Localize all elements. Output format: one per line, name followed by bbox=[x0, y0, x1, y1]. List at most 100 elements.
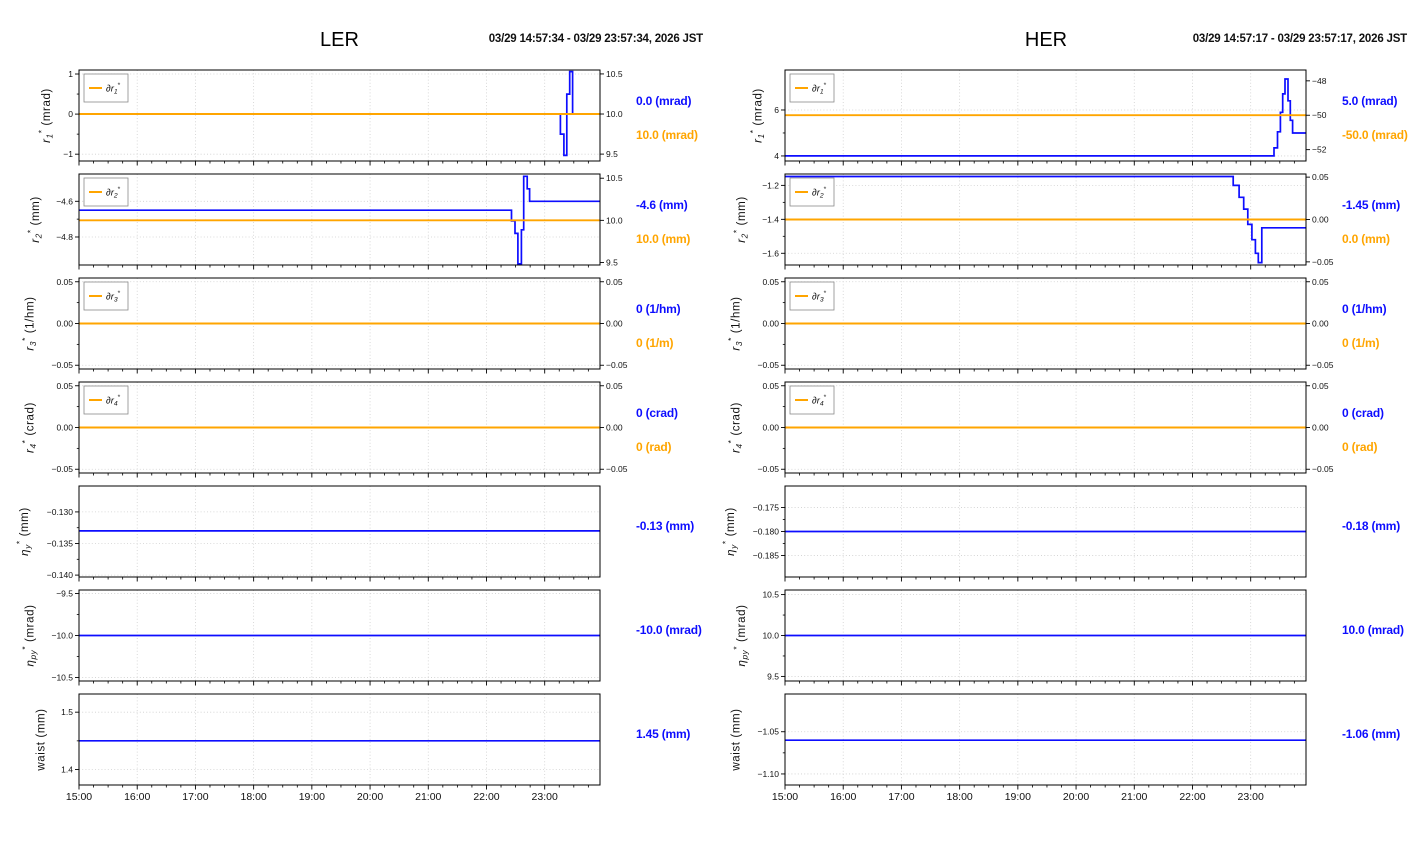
y-tick-label: 1.4 bbox=[61, 765, 73, 775]
y-axis-label: waist (mm) bbox=[731, 708, 743, 771]
y-tick-label: −0.05 bbox=[51, 360, 73, 370]
legend: ∂r3* bbox=[83, 281, 129, 311]
y-tick-label: 0.00 bbox=[56, 423, 73, 433]
plot-border bbox=[78, 693, 601, 786]
x-tick-label: 17:00 bbox=[182, 791, 208, 803]
y2-tick-label: 10.5 bbox=[606, 173, 623, 183]
x-tick-label: 23:00 bbox=[532, 791, 558, 803]
x-tick-label: 18:00 bbox=[946, 791, 972, 803]
y2-tick-label: −0.05 bbox=[1312, 360, 1334, 370]
y-axis-label: ηy* (mm) bbox=[15, 507, 33, 556]
her-subplot-r4: 0.05 0.00 −0.05 0.05 0.00 −0.05 ∂r4* r4* (crad)… bbox=[726, 381, 1384, 478]
y-tick-label: 10.0 bbox=[762, 631, 779, 641]
y-tick-label: −1.10 bbox=[757, 769, 779, 779]
y-tick-label: −10.0 bbox=[51, 631, 73, 641]
readout-value: 10.0 (mrad) bbox=[636, 128, 698, 142]
y2-tick-label: 0.05 bbox=[606, 381, 623, 391]
x-tick-label: 15:00 bbox=[772, 791, 798, 803]
legend: ∂r1* bbox=[789, 73, 835, 103]
y2-tick-label: 0.05 bbox=[606, 277, 623, 287]
legend: ∂r2* bbox=[83, 177, 129, 207]
y-tick-label: 0.05 bbox=[56, 381, 73, 391]
y2-tick-label: 10.5 bbox=[606, 69, 623, 79]
y-tick-label: −0.130 bbox=[47, 507, 74, 517]
y-tick-label: −0.05 bbox=[757, 360, 779, 370]
y-tick-label: −1 bbox=[63, 149, 73, 159]
y-tick-label: 0.05 bbox=[762, 381, 779, 391]
readout-value: 0.0 (mm) bbox=[1342, 232, 1390, 246]
y-tick-label: −0.05 bbox=[757, 464, 779, 474]
y-tick-label: −0.185 bbox=[753, 550, 780, 560]
readout-value: 0 (crad) bbox=[636, 406, 678, 420]
y2-tick-label: 0.00 bbox=[1312, 215, 1329, 225]
y-axis-label: r4* (crad) bbox=[20, 402, 38, 453]
readout-value: -1.45 (mm) bbox=[1342, 198, 1400, 212]
ler-subplot-npy: −9.5 −10.0 −10.5 ηpy* (mrad) -10.0 (mrad) bbox=[20, 588, 702, 686]
y-tick-label: −1.05 bbox=[757, 727, 779, 737]
y2-tick-label: 10.0 bbox=[606, 109, 623, 119]
y-axis-label: r3* (1/hm) bbox=[20, 296, 38, 350]
readout-value: 0 (1/hm) bbox=[1342, 302, 1387, 316]
y2-tick-label: 9.5 bbox=[606, 257, 618, 267]
y2-tick-label: 0.05 bbox=[1312, 381, 1329, 391]
plot-border bbox=[78, 69, 601, 162]
y2-tick-label: −0.05 bbox=[1312, 464, 1334, 474]
y-axis-label: ηpy* (mrad) bbox=[20, 604, 38, 666]
y-axis-label: r2* (mm) bbox=[732, 196, 750, 243]
y-tick-label: 6 bbox=[774, 105, 779, 115]
beam-optics-monitor: LER HER 03/29 14:57:34 - 03/29 23:57:34,… bbox=[0, 0, 1412, 864]
x-tick-label: 18:00 bbox=[240, 791, 266, 803]
readout-value: -4.6 (mm) bbox=[636, 198, 688, 212]
y2-tick-label: 0.05 bbox=[1312, 277, 1329, 287]
x-tick-label: 21:00 bbox=[1121, 791, 1147, 803]
y2-tick-label: −0.05 bbox=[1312, 257, 1334, 267]
readout-value: 10.0 (mm) bbox=[636, 232, 690, 246]
her-chart: 6 4 −48 −50 −52 ∂r1* r1* (mrad) 5.0 (mrad) -50.0… bbox=[721, 69, 1408, 803]
y-tick-label: 1.5 bbox=[61, 707, 73, 717]
readout-value: 1.45 (mm) bbox=[636, 727, 690, 741]
y2-tick-label: 0.00 bbox=[606, 423, 623, 433]
y-tick-label: 10.5 bbox=[762, 590, 779, 600]
legend: ∂r4* bbox=[83, 385, 129, 415]
y-tick-label: −1.4 bbox=[762, 214, 779, 224]
y2-tick-label: 0.05 bbox=[1312, 172, 1329, 182]
ler-chart: 1 0 −1 10.5 10.0 9.5 ∂r1* r1* (mrad) 0.0 (mrad) 1… bbox=[15, 69, 703, 803]
y2-tick-label: −0.05 bbox=[606, 464, 628, 474]
readout-value: 0 (rad) bbox=[1342, 440, 1377, 454]
y-tick-label: −0.05 bbox=[51, 464, 73, 474]
y-tick-label: 0 bbox=[68, 109, 73, 119]
y-tick-label: −0.180 bbox=[753, 527, 780, 537]
y2-tick-label: −50 bbox=[1312, 110, 1327, 120]
y2-tick-label: 0.00 bbox=[606, 319, 623, 329]
ler-subplot-ny: −0.130 −0.135 −0.140 ηy* (mm) -0.13 (mm) bbox=[15, 485, 694, 582]
readout-value: -0.18 (mm) bbox=[1342, 519, 1400, 533]
her-subplot-r3: 0.05 0.00 −0.05 0.05 0.00 −0.05 ∂r3* r3* (1/hm)… bbox=[726, 277, 1387, 374]
x-tick-label: 16:00 bbox=[830, 791, 856, 803]
legend: ∂r1* bbox=[83, 73, 129, 103]
x-tick-label: 22:00 bbox=[473, 791, 499, 803]
her-subplot-r1: 6 4 −48 −50 −52 ∂r1* r1* (mrad) 5.0 (mrad) -50.0… bbox=[748, 69, 1408, 166]
readout-value: 0 (1/hm) bbox=[636, 302, 681, 316]
her-subplot-r2: −1.2 −1.4 −1.6 0.05 0.00 −0.05 ∂r2* r2* (mm) -1.… bbox=[732, 172, 1400, 270]
y-tick-label: −0.135 bbox=[47, 539, 74, 549]
blue-series bbox=[785, 78, 1306, 157]
x-tick-label: 21:00 bbox=[415, 791, 441, 803]
ler-subplot-r1: 1 0 −1 10.5 10.0 9.5 ∂r1* r1* (mrad) 0.0 (mrad) 1… bbox=[37, 69, 698, 166]
legend: ∂r2* bbox=[789, 177, 835, 207]
y-axis-label: r4* (crad) bbox=[726, 402, 744, 453]
y-tick-label: −1.6 bbox=[762, 248, 779, 258]
ler-subplot-waist: 1.5 1.4 waist (mm) 1.45 (mm) 15:00 16:00 17:00… bbox=[36, 693, 691, 803]
y-tick-label: 0.05 bbox=[56, 277, 73, 287]
x-tick-label: 19:00 bbox=[1005, 791, 1031, 803]
x-tick-label: 19:00 bbox=[299, 791, 325, 803]
y2-tick-label: 10.0 bbox=[606, 215, 623, 225]
y2-tick-label: −52 bbox=[1312, 145, 1327, 155]
readout-value: -1.06 (mm) bbox=[1342, 727, 1400, 741]
y-tick-label: 0.05 bbox=[762, 277, 779, 287]
y-axis-label: r3* (1/hm) bbox=[726, 296, 744, 350]
x-tick-label: 23:00 bbox=[1238, 791, 1264, 803]
y-tick-label: −9.5 bbox=[56, 588, 73, 598]
y-tick-label: 0.00 bbox=[762, 423, 779, 433]
y-tick-label: 0.00 bbox=[56, 319, 73, 329]
x-tick-label: 20:00 bbox=[357, 791, 383, 803]
